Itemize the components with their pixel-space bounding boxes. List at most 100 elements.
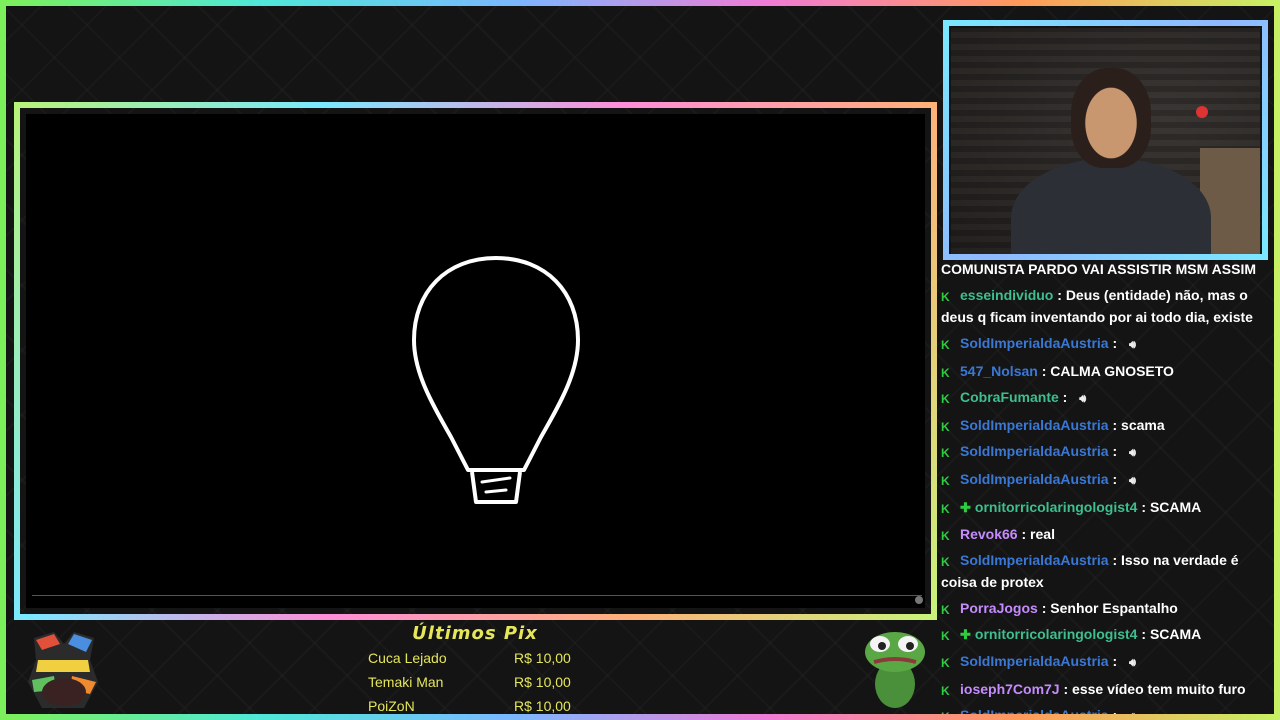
chat-separator: : — [1108, 707, 1122, 716]
k-icon: K — [941, 684, 950, 698]
chat-message: K SoldImperialdaAustria : Isso na verdade… — [941, 547, 1271, 595]
k-icon: K — [941, 474, 950, 488]
lightbulb-icon — [412, 256, 580, 504]
chat-separator: : — [1059, 681, 1073, 697]
speaker-icon: 🔊︎ — [1129, 447, 1136, 459]
chat-username[interactable]: SoldImperialdaAustria — [960, 471, 1109, 487]
pix-row: Temaki Man R$ 10,00 — [360, 670, 590, 694]
chat-username[interactable]: esseindividuo — [960, 287, 1053, 303]
chat-separator: : — [1108, 335, 1122, 351]
chat-message: K SoldImperialdaAustria : 🔊︎ — [941, 648, 1271, 676]
chat-separator: : — [1017, 526, 1031, 542]
k-icon: K — [941, 529, 950, 543]
k-icon: K — [941, 366, 950, 380]
pix-amount: R$ 10,00 — [514, 698, 571, 714]
pix-amount: R$ 10,00 — [514, 674, 571, 690]
chat-panel: COMUNISTA PARDO VAI ASSISTIR MSM ASSIM K… — [941, 256, 1271, 716]
player-settings-icon[interactable] — [915, 596, 923, 604]
chat-message: K 547_Nolsan : CALMA GNOSETO — [941, 358, 1271, 384]
chat-separator: : — [1053, 287, 1066, 303]
chat-message: K ✚ ornitorricolaringologist4 : SCAMA — [941, 494, 1271, 521]
chat-username[interactable]: SoldImperialdaAustria — [960, 707, 1109, 716]
k-icon: K — [941, 502, 950, 516]
chat-text: SCAMA — [1149, 626, 1202, 642]
video-progress-track[interactable] — [32, 595, 922, 596]
main-video-frame — [14, 102, 937, 620]
chat-separator: : — [1108, 417, 1122, 433]
speaker-icon: 🔊︎ — [1079, 393, 1087, 405]
webcam-frame — [943, 20, 1268, 260]
chat-username[interactable]: Revok66 — [960, 526, 1018, 542]
pix-donor-name: Cuca Lejado — [368, 650, 447, 666]
plus-icon: ✚ — [960, 627, 971, 642]
chat-message: K SoldImperialdaAustria : 🔊︎ — [941, 438, 1271, 466]
chat-message: K ✚ ornitorricolaringologist4 : SCAMA — [941, 621, 1271, 648]
chat-message: Kioseph7Com7J : esse vídeo tem muito fur… — [941, 676, 1271, 702]
k-icon: K — [941, 603, 950, 617]
k-icon: K — [941, 338, 950, 352]
pix-panel: Últimos Pix Cuca Lejado R$ 10,00 Temaki Ma… — [360, 623, 590, 715]
chat-text: SCAMA — [1149, 499, 1202, 515]
k-icon: K — [941, 629, 950, 643]
chat-username[interactable]: SoldImperialdaAustria — [960, 335, 1109, 351]
chat-message: K CobraFumante : 🔊︎ — [941, 384, 1271, 412]
chat-username[interactable]: 547_Nolsan — [960, 363, 1038, 379]
chat-separator: : — [1037, 363, 1051, 379]
chat-separator: : — [1058, 389, 1072, 405]
chat-separator: : — [1108, 443, 1122, 459]
chat-message: K PorraJogos : Senhor Espantalho — [941, 595, 1271, 621]
chat-message: K SoldImperialdaAustria : 🔊︎ — [941, 466, 1271, 494]
pix-title: Últimos Pix — [412, 623, 538, 644]
pix-row: PoiZoN R$ 10,00 — [360, 694, 590, 718]
chat-message: K SoldImperialdaAustria : 🔊︎ — [941, 330, 1271, 358]
chat-text: Senhor Espantalho — [1050, 600, 1178, 616]
pix-amount: R$ 10,00 — [514, 650, 571, 666]
pix-donor-name: Temaki Man — [368, 674, 444, 690]
chat-username[interactable]: ornitorricolaringologist4 — [975, 499, 1138, 515]
pix-row: Cuca Lejado R$ 10,00 — [360, 646, 590, 670]
speaker-icon: 🔊︎ — [1129, 339, 1136, 351]
plus-icon: ✚ — [960, 500, 971, 515]
k-icon: K — [941, 656, 950, 670]
k-icon: K — [941, 711, 953, 716]
k-icon: K — [941, 555, 950, 569]
chat-separator: : — [1108, 471, 1122, 487]
chat-text: CALMA GNOSETO — [1050, 363, 1174, 379]
chat-username[interactable]: ornitorricolaringologist4 — [975, 626, 1138, 642]
webcam-view — [951, 28, 1260, 254]
chat-username[interactable]: SoldImperialdaAustria — [960, 552, 1109, 568]
webcam-person-head — [1071, 68, 1151, 168]
chat-separator: : — [1108, 552, 1122, 568]
chat-message: Kesseindividuo : Deus (entidade) não, ma… — [941, 282, 1271, 330]
chat-message: K SoldImperialdaAustria : scama — [941, 412, 1271, 438]
k-icon: K — [941, 290, 950, 304]
chat-text: esse vídeo tem muito furo — [1072, 681, 1246, 697]
chat-message: K SoldImperialdaAustria : 🔊︎ — [941, 702, 1271, 716]
video-player[interactable] — [26, 114, 925, 608]
speaker-icon: 🔊︎ — [1129, 706, 1136, 716]
chat-separator: : — [1137, 626, 1150, 642]
chat-list: Kesseindividuo : Deus (entidade) não, ma… — [941, 282, 1271, 716]
chat-username[interactable]: ioseph7Com7J — [960, 681, 1060, 697]
webcam-lamp — [1196, 106, 1208, 118]
chat-username[interactable]: PorraJogos — [960, 600, 1038, 616]
k-icon: K — [941, 446, 950, 460]
k-icon: K — [941, 420, 950, 434]
speaker-icon: 🔊︎ — [1129, 657, 1136, 669]
chat-username[interactable]: SoldImperialdaAustria — [960, 417, 1109, 433]
mascot-icon — [28, 632, 98, 708]
chat-username[interactable]: CobraFumante — [960, 389, 1059, 405]
pepe-frog-icon — [865, 632, 925, 708]
k-icon: K — [941, 392, 950, 406]
chat-username[interactable]: SoldImperialdaAustria — [960, 653, 1109, 669]
chat-separator: : — [1037, 600, 1051, 616]
chat-header-line: COMUNISTA PARDO VAI ASSISTIR MSM ASSIM — [941, 261, 1257, 277]
chat-separator: : — [1108, 653, 1122, 669]
chat-username[interactable]: SoldImperialdaAustria — [960, 443, 1109, 459]
chat-text: scama — [1121, 417, 1165, 433]
pix-list: Cuca Lejado R$ 10,00 Temaki Man R$ 10,00 Poi… — [360, 646, 590, 718]
webcam-person-body — [1011, 158, 1211, 254]
speaker-icon: 🔊︎ — [1129, 475, 1136, 487]
chat-message: K Revok66 : real — [941, 521, 1271, 547]
pix-donor-name: PoiZoN — [368, 698, 415, 714]
